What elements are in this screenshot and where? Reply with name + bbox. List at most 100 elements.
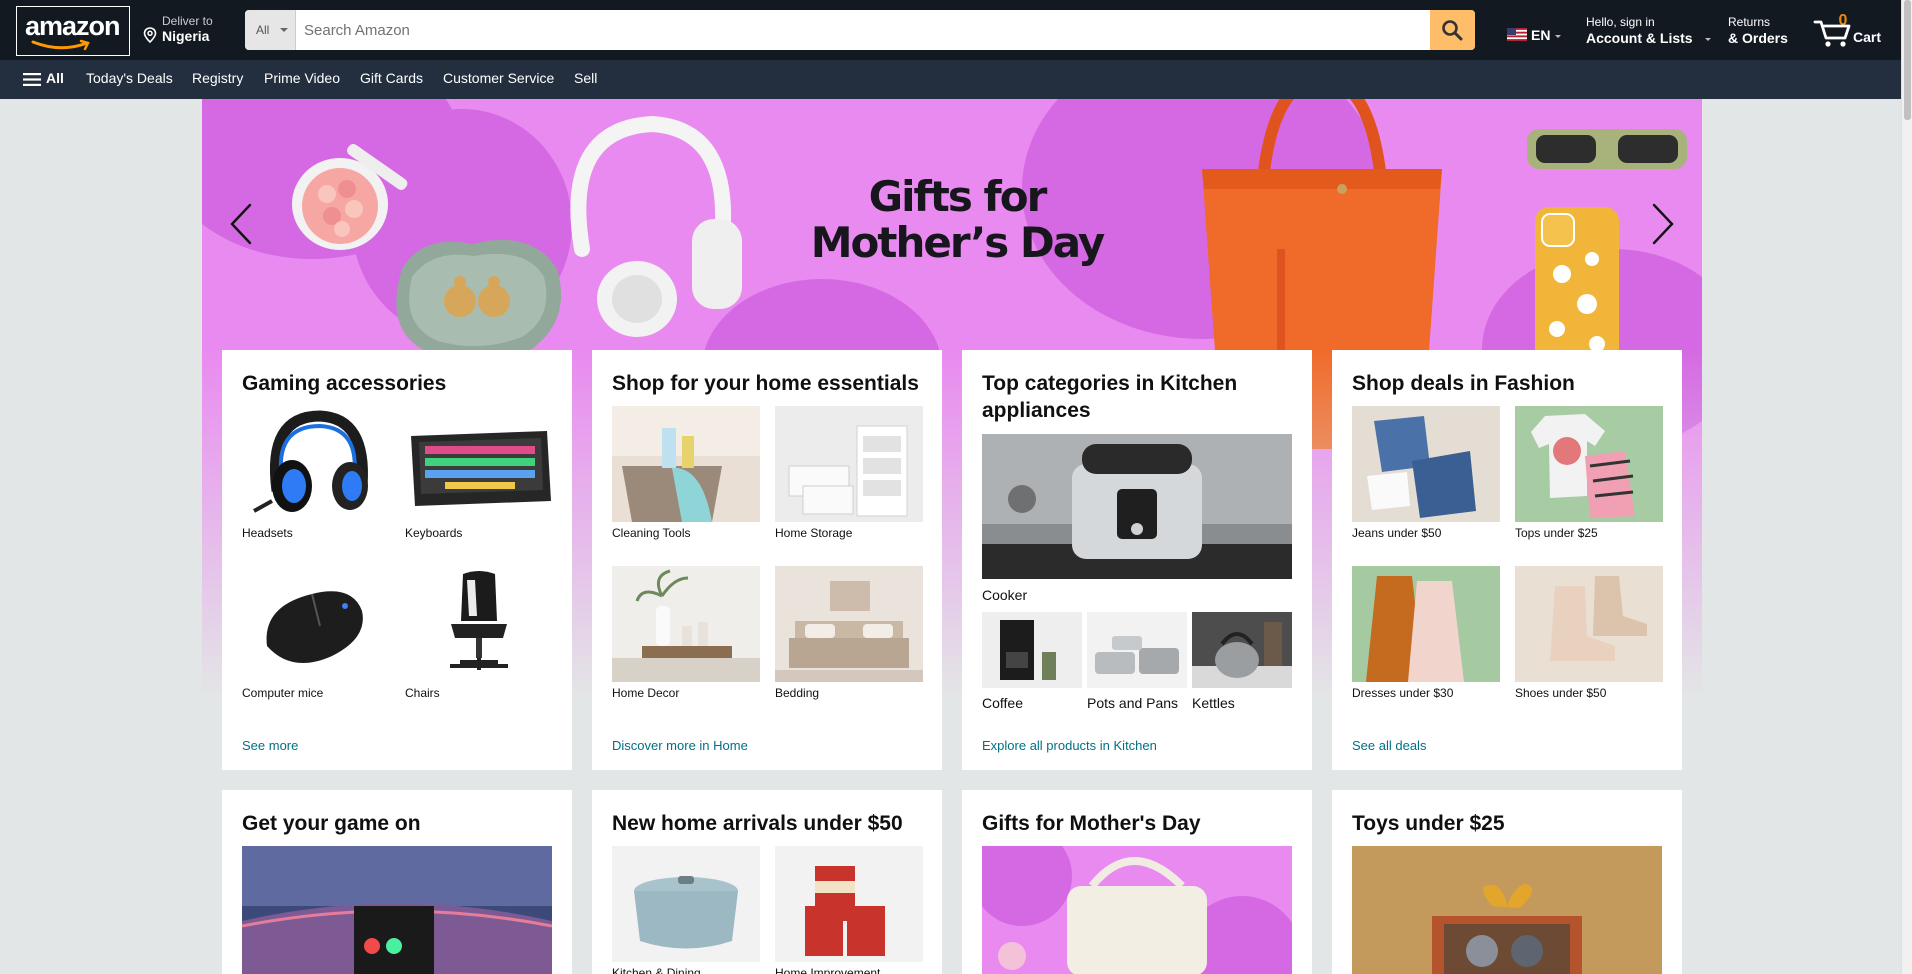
home-decor-image <box>612 566 760 682</box>
toys-gift-box-image[interactable] <box>1352 846 1662 974</box>
card-home-essentials: Shop for your home essentials Cleaning T… <box>592 350 942 770</box>
search-button[interactable] <box>1430 10 1475 50</box>
account-greeting: Hello, sign in <box>1586 15 1655 29</box>
home-storage-image <box>775 406 923 522</box>
logo-text: amazon <box>25 11 121 41</box>
quad-item-label: Chairs <box>405 686 440 700</box>
kitchen-item-label: Kettles <box>1192 695 1235 711</box>
card-link-see-all-deals[interactable]: See all deals <box>1352 738 1426 753</box>
carousel-next-arrow-icon[interactable] <box>1642 199 1682 249</box>
deliver-to[interactable]: Deliver to Nigeria <box>143 14 243 48</box>
caret-down-icon <box>1555 35 1561 38</box>
card-get-your-game-on: Get your game on <box>222 790 572 974</box>
card-new-home-arrivals: New home arrivals under $50 Kitchen & Di… <box>592 790 942 974</box>
dutch-oven-image <box>612 846 760 962</box>
quad-item-label: Jeans under $50 <box>1352 526 1442 540</box>
kitchen-item-label: Pots and Pans <box>1087 695 1179 711</box>
quad-item-cleaning-tools[interactable]: Cleaning Tools <box>612 406 760 540</box>
card-title: Top categories in Kitchen appliances <box>982 372 1238 422</box>
shoes-image <box>1515 566 1663 682</box>
quad-item-bedding[interactable]: Bedding <box>775 566 923 700</box>
top-navbar: amazon Deliver to Nigeria All Search Ama… <box>0 0 1901 60</box>
quad-item-headsets[interactable]: Headsets <box>242 406 390 540</box>
quad-item-keyboards[interactable]: Keyboards <box>405 406 553 540</box>
headphones-image <box>570 115 742 337</box>
pressure-cooker-image <box>982 434 1292 579</box>
keyboard-image <box>405 406 553 522</box>
card-title: Toys under $25 <box>1352 812 1505 835</box>
quad-item-home-decor[interactable]: Home Decor <box>612 566 760 700</box>
quad-item-label: Keyboards <box>405 526 463 540</box>
quad-item-label: Home Improvement <box>775 966 881 974</box>
cart-button[interactable]: 0 Cart <box>1813 12 1883 48</box>
scrollbar-thumb[interactable] <box>1904 0 1911 120</box>
account-lists[interactable]: Hello, sign in Account & Lists <box>1586 15 1711 49</box>
quad-item-label: Tops under $25 <box>1515 526 1598 540</box>
card-kitchen-appliances: Top categories in Kitchen appliances Coo… <box>962 350 1312 770</box>
cart-label: Cart <box>1853 29 1882 45</box>
mouse-image <box>242 566 390 682</box>
chair-image <box>405 566 553 682</box>
quad-item-kitchen-dining[interactable]: Kitchen & Dining <box>612 846 760 974</box>
nav-link-sell[interactable]: Sell <box>574 70 597 86</box>
amazon-logo[interactable]: amazon <box>16 6 130 56</box>
dresses-image <box>1352 566 1500 682</box>
kitchen-main-item-cooker[interactable]: Cooker <box>982 434 1292 603</box>
deliver-label: Deliver to <box>162 14 213 28</box>
quad-item-shoes[interactable]: Shoes under $50 <box>1515 566 1663 700</box>
gaming-pc-image[interactable] <box>242 846 552 974</box>
quad-item-home-storage[interactable]: Home Storage <box>775 406 923 540</box>
nav-link-customer-service[interactable]: Customer Service <box>443 70 554 86</box>
kitchen-item-kettles[interactable]: Kettles <box>1192 612 1292 711</box>
quad-item-label: Headsets <box>242 526 293 540</box>
quad-item-label: Bedding <box>775 686 820 700</box>
hero-title-line1: Gifts for <box>868 172 1048 221</box>
card-link-discover-home[interactable]: Discover more in Home <box>612 738 748 753</box>
quad-item-tops[interactable]: Tops under $25 <box>1515 406 1663 540</box>
search-input[interactable] <box>300 10 1415 50</box>
quad-item-home-improvement[interactable]: Home Improvement <box>775 846 923 974</box>
card-title: Shop for your home essentials <box>612 372 919 395</box>
card-link-explore-kitchen[interactable]: Explore all products in Kitchen <box>982 738 1157 753</box>
quad-item-label: Kitchen & Dining <box>612 966 701 974</box>
card-title: Gaming accessories <box>242 372 447 395</box>
us-flag-icon <box>1507 28 1527 41</box>
nav-link-gift-cards[interactable]: Gift Cards <box>360 70 423 86</box>
kitchen-item-label: Coffee <box>982 695 1023 711</box>
quad-item-chairs[interactable]: Chairs <box>405 566 553 700</box>
quad-item-label: Shoes under $50 <box>1515 686 1607 700</box>
quad-item-jeans[interactable]: Jeans under $50 <box>1352 406 1500 540</box>
quad-item-computer-mice[interactable]: Computer mice <box>242 566 390 700</box>
search-bar: All <box>245 10 1475 50</box>
nav-link-todays-deals[interactable]: Today's Deals <box>86 70 173 86</box>
pots-pans-image <box>1087 612 1187 688</box>
page-scrollbar[interactable] <box>1901 0 1912 974</box>
deliver-country: Nigeria <box>162 28 210 44</box>
card-title: Gifts for Mother's Day <box>982 812 1201 835</box>
card-link-see-more[interactable]: See more <box>242 738 298 753</box>
handbag-image[interactable] <box>982 846 1292 974</box>
quad-item-label: Home Storage <box>775 526 853 540</box>
secondary-navbar: All Today's Deals Registry Prime Video G… <box>0 60 1901 99</box>
returns-label: Returns <box>1728 15 1771 29</box>
coffee-machine-image <box>982 612 1082 688</box>
paint-cans-image <box>775 846 923 962</box>
quad-item-label: Cleaning Tools <box>612 526 691 540</box>
carousel-prev-arrow-icon[interactable] <box>222 199 262 249</box>
hero-title-line2: Mother’s Day <box>810 218 1105 267</box>
card-title: New home arrivals under $50 <box>612 812 903 835</box>
kitchen-item-pots-and-pans[interactable]: Pots and Pans <box>1087 612 1187 711</box>
card-fashion-deals: Shop deals in Fashion Jeans under $50 To… <box>1332 350 1682 770</box>
card-title: Get your game on <box>242 812 421 835</box>
search-department-select[interactable]: All <box>245 10 296 50</box>
quad-item-label: Home Decor <box>612 686 680 700</box>
card-gaming-accessories: Gaming accessories Headsets Keyboards Co… <box>222 350 572 770</box>
nav-link-registry[interactable]: Registry <box>192 70 243 86</box>
cleaning-tools-image <box>612 406 760 522</box>
all-menu-label: All <box>46 70 64 86</box>
nav-link-prime-video[interactable]: Prime Video <box>264 70 340 86</box>
kitchen-item-coffee[interactable]: Coffee <box>982 612 1082 711</box>
quad-item-dresses[interactable]: Dresses under $30 <box>1352 566 1500 700</box>
bedding-image <box>775 566 923 682</box>
logo-smile-icon <box>31 39 90 51</box>
